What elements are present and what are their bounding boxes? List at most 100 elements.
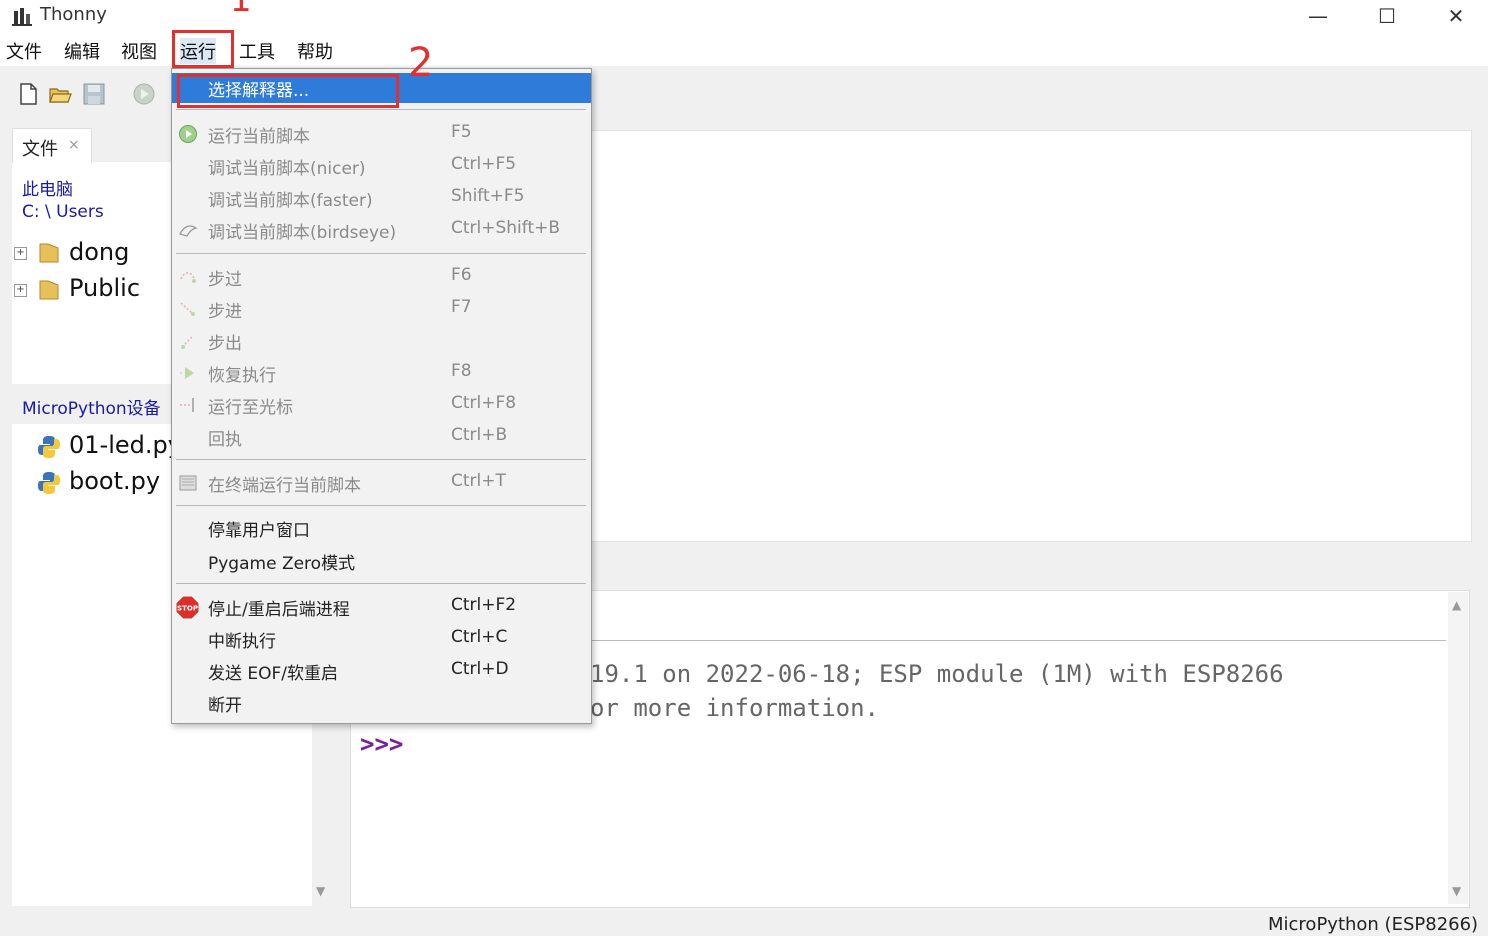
menu-item-label: 断开 xyxy=(208,696,242,716)
file-01-led[interactable]: 01-led.py xyxy=(69,431,182,459)
birdseye-icon xyxy=(179,225,198,237)
menu-item-label: 步进 xyxy=(208,302,242,322)
menu-item-label: 运行至光标 xyxy=(208,398,293,418)
menu-separator xyxy=(176,583,586,584)
step-into-icon xyxy=(180,302,195,316)
menu-item-run-in-terminal[interactable]: 在终端运行当前脚本 Ctrl+T xyxy=(172,468,591,498)
close-button[interactable]: ✕ xyxy=(1421,0,1488,32)
menu-view[interactable]: 视图 xyxy=(121,38,157,64)
folder-dong[interactable]: dong xyxy=(69,238,129,266)
tab-close-icon[interactable]: × xyxy=(68,137,80,153)
scroll-down-arrow-icon[interactable]: ▼ xyxy=(1452,884,1461,898)
menu-item-label: 调试当前脚本(birdseye) xyxy=(208,223,397,243)
menu-item-interrupt[interactable]: 中断执行 Ctrl+C xyxy=(172,624,591,654)
menu-separator xyxy=(176,459,586,460)
annotation-step-1: 1 xyxy=(230,0,252,20)
menu-item-stop-restart[interactable]: STOP 停止/重启后端进程 Ctrl+F2 xyxy=(172,592,591,622)
menu-item-label: 停止/重启后端进程 xyxy=(208,600,350,620)
python-file-icon xyxy=(38,436,60,458)
menu-item-debug-birdseye[interactable]: 调试当前脚本(birdseye) Ctrl+Shift+B xyxy=(172,215,591,245)
annotation-box-select-interpreter xyxy=(177,74,399,108)
menu-item-shortcut: F6 xyxy=(451,265,472,285)
micropython-device-label: MicroPython设备 xyxy=(22,399,161,419)
menu-item-label: 停靠用户窗口 xyxy=(208,521,310,541)
folder-public[interactable]: Public xyxy=(69,274,140,302)
window-title: Thonny xyxy=(40,4,107,25)
scroll-down-arrow-icon[interactable]: ▼ xyxy=(316,884,325,898)
thonny-app-icon xyxy=(12,8,32,26)
menu-edit[interactable]: 编辑 xyxy=(64,38,100,64)
menu-item-label: 在终端运行当前脚本 xyxy=(208,476,361,496)
run-menu-dropdown: 选择解释器... 运行当前脚本 F5 调试当前脚本(nicer) Ctrl+F5… xyxy=(171,68,592,724)
menu-tools[interactable]: 工具 xyxy=(239,38,275,64)
menu-item-label: 步过 xyxy=(208,270,242,290)
menu-item-shortcut: Ctrl+F8 xyxy=(451,393,517,413)
menu-item-label: 调试当前脚本(nicer) xyxy=(208,159,366,179)
editor-area[interactable] xyxy=(590,130,1472,542)
menu-item-shortcut: Ctrl+C xyxy=(451,627,508,647)
scroll-up-arrow-icon[interactable]: ▲ xyxy=(1452,598,1461,612)
interpreter-status[interactable]: MicroPython (ESP8266) xyxy=(1268,914,1478,935)
terminal-icon xyxy=(179,475,197,491)
run-icon[interactable] xyxy=(132,82,156,106)
menu-item-dock-user-windows[interactable]: 停靠用户窗口 xyxy=(172,513,591,543)
menu-item-send-eof[interactable]: 发送 EOF/软重启 Ctrl+D xyxy=(172,656,591,686)
menu-item-shortcut: Ctrl+F5 xyxy=(451,154,517,174)
new-file-icon[interactable] xyxy=(16,82,40,106)
menu-item-resume[interactable]: 恢复执行 F8 xyxy=(172,358,591,388)
stop-icon: STOP xyxy=(175,595,200,620)
menu-item-run-to-cursor[interactable]: 运行至光标 Ctrl+F8 xyxy=(172,390,591,420)
menu-item-step-out[interactable]: 步出 xyxy=(172,326,591,356)
menu-item-shortcut: Shift+F5 xyxy=(451,186,525,206)
menu-separator xyxy=(176,253,586,254)
python-file-icon xyxy=(38,472,60,494)
menu-separator xyxy=(176,109,586,110)
menu-item-label: Pygame Zero模式 xyxy=(208,554,356,574)
menu-item-label: 发送 EOF/软重启 xyxy=(208,664,339,684)
folder-icon xyxy=(39,243,59,263)
menu-item-shortcut: F5 xyxy=(451,122,472,142)
menu-item-label: 调试当前脚本(faster) xyxy=(208,191,373,211)
expand-dong-icon[interactable]: + xyxy=(14,247,27,260)
menu-item-shortcut: Ctrl+T xyxy=(451,471,506,491)
file-boot[interactable]: boot.py xyxy=(69,467,160,495)
step-over-icon xyxy=(180,272,196,283)
save-icon[interactable] xyxy=(82,82,106,106)
menu-item-run-script[interactable]: 运行当前脚本 F5 xyxy=(172,119,591,149)
menu-item-shortcut: Ctrl+Shift+B xyxy=(451,218,561,238)
svg-text:STOP: STOP xyxy=(177,605,198,613)
tab-files[interactable]: 文件 × xyxy=(12,128,92,163)
shell-prompt[interactable]: >>> xyxy=(360,730,403,758)
annotation-step-2: 2 xyxy=(408,40,434,86)
path-users[interactable]: C: \ Users xyxy=(22,202,104,222)
menu-item-pygame-zero[interactable]: Pygame Zero模式 xyxy=(172,546,591,576)
tab-files-label: 文件 xyxy=(22,139,58,160)
folder-icon xyxy=(39,280,59,300)
menu-item-shortcut: Ctrl+B xyxy=(451,425,508,445)
resume-icon xyxy=(180,367,194,379)
menu-item-debug-nicer[interactable]: 调试当前脚本(nicer) Ctrl+F5 xyxy=(172,151,591,181)
menu-file[interactable]: 文件 xyxy=(6,38,42,64)
menu-item-step-over[interactable]: 步过 F6 xyxy=(172,262,591,292)
expand-public-icon[interactable]: + xyxy=(14,284,27,297)
menu-item-shortcut: Ctrl+D xyxy=(451,659,509,679)
menu-item-label: 中断执行 xyxy=(208,632,276,652)
menu-item-step-back[interactable]: 回执 Ctrl+B xyxy=(172,422,591,452)
menu-help[interactable]: 帮助 xyxy=(297,38,333,64)
menu-item-shortcut: Ctrl+F2 xyxy=(451,595,517,615)
menu-item-step-into[interactable]: 步进 F7 xyxy=(172,294,591,324)
path-this-pc[interactable]: 此电脑 xyxy=(22,175,73,200)
shell-scrollbar[interactable] xyxy=(1448,592,1468,904)
run-icon xyxy=(179,125,197,143)
menu-item-disconnect[interactable]: 断开 xyxy=(172,688,591,718)
menu-item-label: 恢复执行 xyxy=(208,366,276,386)
step-out-icon xyxy=(181,335,194,349)
menu-item-debug-faster[interactable]: 调试当前脚本(faster) Shift+F5 xyxy=(172,183,591,213)
shell-divider xyxy=(590,640,1446,641)
menu-item-shortcut: F7 xyxy=(451,297,472,317)
maximize-button[interactable]: ☐ xyxy=(1352,0,1422,32)
annotation-box-run-menu xyxy=(172,30,234,68)
minimize-button[interactable]: — xyxy=(1283,0,1353,32)
open-folder-icon[interactable] xyxy=(48,82,72,106)
menu-item-label: 步出 xyxy=(208,334,242,354)
